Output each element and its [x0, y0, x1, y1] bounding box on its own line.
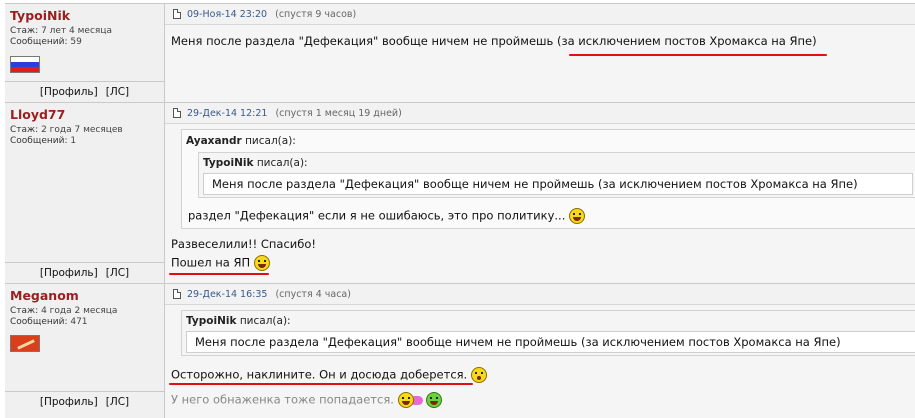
quote-outer: TypoiNik писал(а): Меня после раздела "Д…	[181, 310, 915, 356]
profile-link[interactable]: [Профиль]	[40, 396, 98, 408]
quote-text: раздел "Дефекация" если я не ошибаюсь, э…	[188, 208, 586, 224]
embarrassed-smiley-icon	[397, 392, 414, 408]
flag-icon	[10, 56, 40, 73]
post-content: 29-Дек-14 12:21 (спустя 1 месяц 19 дней)…	[165, 103, 915, 283]
post-content: 09-Ноя-14 23:20 (спустя 9 часов) Меня по…	[165, 4, 915, 102]
username[interactable]: Meganom	[10, 288, 79, 303]
post-content: 29-Дек-14 16:35 (спустя 4 часа) TypoiNik…	[165, 284, 915, 418]
username[interactable]: TypoiNik	[10, 8, 70, 23]
post-time-since: (спустя 1 месяц 19 дней)	[275, 107, 402, 119]
laugh-smiley-icon	[569, 208, 586, 224]
user-panel: Lloyd77 Стаж: 2 года 7 месяцев Сообщений…	[5, 103, 165, 283]
post-text: У него обнаженка тоже попадается.	[171, 392, 443, 408]
quote-body: Меня после раздела "Дефекация" вообще ни…	[203, 173, 913, 195]
profile-link[interactable]: [Профиль]	[40, 267, 98, 279]
post-text: Осторожно, наклините. Он и досюда добере…	[171, 367, 487, 383]
user-panel: TypoiNik Стаж: 7 лет 4 месяца Сообщений:…	[5, 4, 165, 102]
post-text: Пошел на ЯП	[171, 255, 270, 271]
avatar	[10, 335, 40, 352]
post: Lloyd77 Стаж: 2 года 7 месяцев Сообщений…	[5, 102, 915, 283]
post-icon	[173, 9, 181, 19]
post-text: Развеселили!! Спасибо!	[171, 237, 317, 251]
user-links: [Профиль] [ЛС]	[5, 391, 164, 412]
post-time-since: (спустя 4 часа)	[275, 288, 351, 300]
quote-body: Меня после раздела "Дефекация" вообще ни…	[186, 331, 915, 353]
green-smiley-icon	[426, 392, 443, 408]
user-meta: Стаж: 4 года 2 месяца Сообщений: 471	[10, 306, 118, 327]
user-panel: Meganom Стаж: 4 года 2 месяца Сообщений:…	[5, 284, 165, 418]
post-icon	[173, 289, 181, 299]
post-date-link[interactable]: 09-Ноя-14 23:20	[187, 9, 267, 20]
user-meta: Стаж: 2 года 7 месяцев Сообщений: 1	[10, 125, 123, 146]
profile-link[interactable]: [Профиль]	[40, 86, 98, 98]
pm-link[interactable]: [ЛС]	[106, 396, 129, 408]
post-date-link[interactable]: 29-Дек-14 12:21	[187, 108, 267, 119]
post-date-link[interactable]: 29-Дек-14 16:35	[187, 289, 267, 300]
quote-author: TypoiNik писал(а):	[186, 315, 291, 327]
quote-author: Ayaxandr писал(а):	[186, 135, 296, 147]
pm-link[interactable]: [ЛС]	[106, 267, 129, 279]
post-header: 09-Ноя-14 23:20 (спустя 9 часов)	[165, 4, 915, 25]
quote-outer: Ayaxandr писал(а): TypoiNik писал(а): Ме…	[181, 129, 915, 229]
post-icon	[173, 108, 181, 118]
post-header: 29-Дек-14 12:21 (спустя 1 месяц 19 дней)	[165, 103, 915, 124]
quote-inner: TypoiNik писал(а): Меня после раздела "Д…	[198, 152, 915, 198]
post-header: 29-Дек-14 16:35 (спустя 4 часа)	[165, 284, 915, 305]
post: Meganom Стаж: 4 года 2 месяца Сообщений:…	[5, 283, 915, 418]
quote-author: TypoiNik писал(а):	[203, 157, 308, 169]
user-links: [Профиль] [ЛС]	[5, 262, 164, 283]
post-text: Меня после раздела "Дефекация" вообще ни…	[171, 34, 817, 48]
post-time-since: (спустя 9 часов)	[275, 8, 357, 20]
red-underline	[169, 383, 473, 385]
user-meta: Стаж: 7 лет 4 месяца Сообщений: 59	[10, 26, 112, 47]
user-links: [Профиль] [ЛС]	[5, 81, 164, 102]
red-underline	[169, 273, 269, 275]
post: TypoiNik Стаж: 7 лет 4 месяца Сообщений:…	[5, 3, 915, 102]
pm-link[interactable]: [ЛС]	[106, 86, 129, 98]
red-underline	[569, 54, 827, 56]
username[interactable]: Lloyd77	[10, 107, 65, 122]
shocked-smiley-icon	[470, 367, 487, 383]
laugh-smiley-icon	[253, 255, 270, 271]
